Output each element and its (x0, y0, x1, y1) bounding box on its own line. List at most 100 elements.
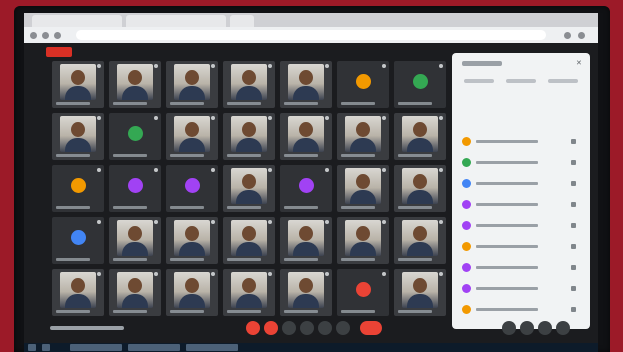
participant-list-item[interactable] (462, 200, 582, 210)
panel-tab-chat[interactable] (506, 79, 536, 83)
participant-tile[interactable] (109, 113, 161, 160)
mic-status-icon (154, 116, 158, 120)
participant-more-icon[interactable] (571, 202, 576, 207)
participant-tile[interactable] (109, 165, 161, 212)
back-icon[interactable] (30, 32, 37, 39)
participant-name (476, 287, 538, 290)
camera-off-icon[interactable] (264, 321, 278, 335)
panel-tab-people[interactable] (464, 79, 494, 83)
activities-icon[interactable] (556, 321, 570, 335)
participant-more-icon[interactable] (571, 181, 576, 186)
mic-status-icon (268, 116, 272, 120)
participant-tile[interactable] (394, 165, 446, 212)
participant-more-icon[interactable] (571, 244, 576, 249)
participant-tile[interactable] (337, 113, 389, 160)
info-icon[interactable] (502, 321, 516, 335)
mic-status-icon (97, 168, 101, 172)
participant-tile[interactable] (109, 269, 161, 316)
people-icon[interactable] (520, 321, 534, 335)
participant-tile[interactable] (223, 217, 275, 264)
participant-more-icon[interactable] (571, 160, 576, 165)
avatar (462, 284, 471, 293)
panel-tab-activities[interactable] (548, 79, 578, 83)
participant-tile[interactable] (280, 113, 332, 160)
participant-tile[interactable] (166, 217, 218, 264)
search-icon[interactable] (42, 344, 50, 351)
close-panel-icon[interactable]: ✕ (576, 60, 582, 67)
participant-list-item[interactable] (462, 158, 582, 168)
more-icon[interactable] (336, 321, 350, 335)
participant-tile[interactable] (394, 269, 446, 316)
taskbar-app[interactable] (70, 344, 122, 351)
participant-tile[interactable] (52, 61, 104, 108)
participant-tile[interactable] (223, 165, 275, 212)
participant-tile[interactable] (337, 165, 389, 212)
extensions-icon[interactable] (564, 32, 571, 39)
taskbar-app[interactable] (128, 344, 180, 351)
mic-status-icon (439, 272, 443, 276)
hangup-icon[interactable] (360, 321, 382, 335)
participant-tile[interactable] (280, 61, 332, 108)
participant-video (231, 168, 267, 204)
participant-tile[interactable] (280, 217, 332, 264)
participant-name-caption (284, 206, 318, 209)
mic-status-icon (325, 272, 329, 276)
participant-tile[interactable] (337, 269, 389, 316)
participant-tile[interactable] (166, 61, 218, 108)
participant-tile[interactable] (337, 61, 389, 108)
browser-tab-meet[interactable] (126, 15, 226, 27)
participant-tile[interactable] (109, 217, 161, 264)
mic-status-icon (154, 64, 158, 68)
participant-more-icon[interactable] (571, 265, 576, 270)
browser-tab[interactable] (32, 15, 122, 27)
participant-list-item[interactable] (462, 179, 582, 189)
captions-icon[interactable] (282, 321, 296, 335)
participant-tile[interactable] (52, 113, 104, 160)
participant-tile[interactable] (337, 217, 389, 264)
participant-tile[interactable] (52, 165, 104, 212)
participant-more-icon[interactable] (571, 139, 576, 144)
participant-name (476, 140, 538, 143)
participant-video (117, 272, 153, 308)
participant-tile[interactable] (394, 113, 446, 160)
participant-list-item[interactable] (462, 221, 582, 231)
participant-more-icon[interactable] (571, 223, 576, 228)
participant-list-item[interactable] (462, 242, 582, 252)
participant-tile[interactable] (280, 165, 332, 212)
participant-tile[interactable] (166, 113, 218, 160)
participant-list-item[interactable] (462, 263, 582, 273)
reload-icon[interactable] (54, 32, 61, 39)
participant-tile[interactable] (394, 61, 446, 108)
participant-tile[interactable] (394, 217, 446, 264)
participant-more-icon[interactable] (571, 286, 576, 291)
chat-icon[interactable] (538, 321, 552, 335)
mic-status-icon (325, 220, 329, 224)
participant-tile[interactable] (223, 113, 275, 160)
participant-tile[interactable] (52, 217, 104, 264)
participant-tile[interactable] (52, 269, 104, 316)
participant-tile[interactable] (166, 269, 218, 316)
participant-name-caption (398, 102, 432, 105)
participant-tile[interactable] (280, 269, 332, 316)
participant-more-icon[interactable] (571, 307, 576, 312)
present-icon[interactable] (318, 321, 332, 335)
participant-tile[interactable] (109, 61, 161, 108)
participant-name-caption (227, 154, 261, 157)
new-tab-button[interactable] (230, 15, 254, 27)
profile-icon[interactable] (578, 32, 585, 39)
mic-status-icon (325, 168, 329, 172)
participant-tile[interactable] (166, 165, 218, 212)
start-icon[interactable] (28, 344, 36, 351)
mic-status-icon (211, 64, 215, 68)
mic-off-icon[interactable] (246, 321, 260, 335)
participant-tile[interactable] (223, 269, 275, 316)
taskbar-app[interactable] (186, 344, 238, 351)
participant-list-item[interactable] (462, 137, 582, 147)
participant-tile[interactable] (223, 61, 275, 108)
forward-icon[interactable] (42, 32, 49, 39)
participant-avatar (71, 178, 86, 193)
url-field[interactable] (76, 30, 546, 40)
participant-name-caption (170, 154, 204, 157)
participant-list-item[interactable] (462, 284, 582, 294)
raise-hand-icon[interactable] (300, 321, 314, 335)
